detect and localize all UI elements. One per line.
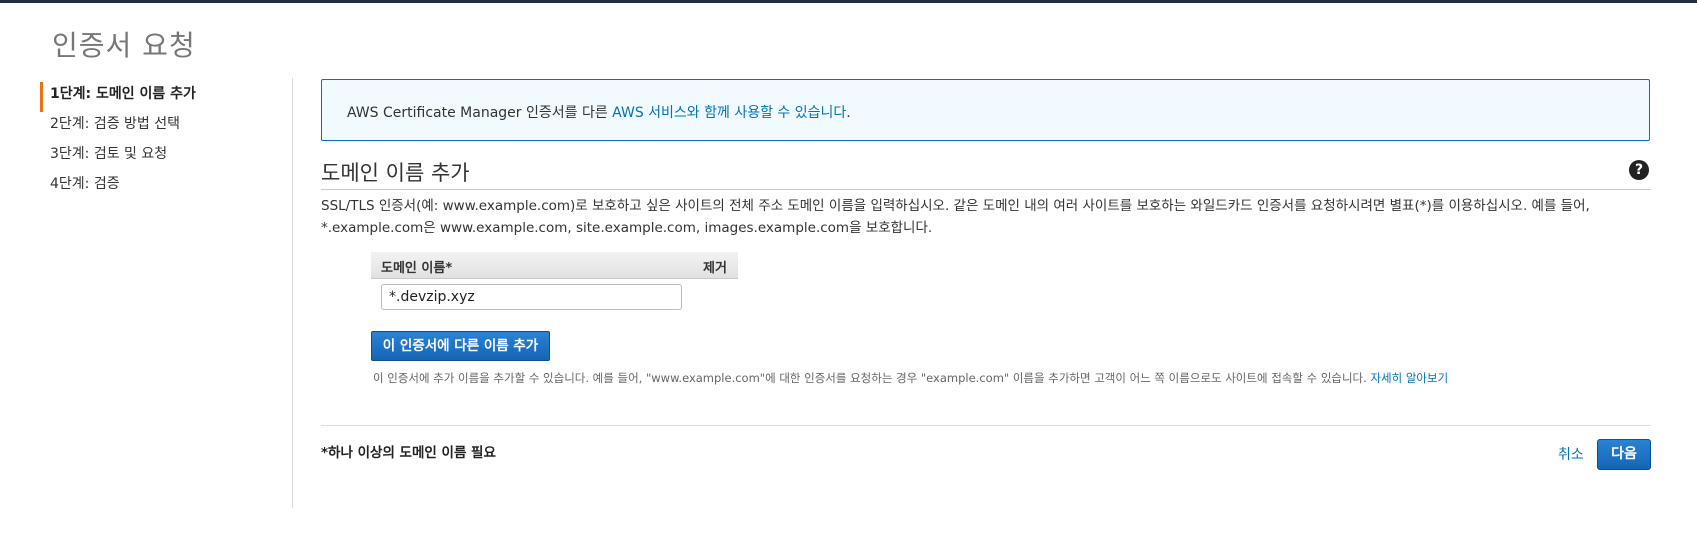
step-3-review-request[interactable]: 3단계: 검토 및 요청 [40,142,280,172]
sidebar-divider [292,78,293,508]
required-note: *하나 이상의 도메인 이름 필요 [321,445,496,461]
step-4-validation[interactable]: 4단계: 검증 [40,172,280,202]
info-text-after: . [846,105,851,121]
column-header-remove: 제거 [703,261,727,276]
page-title: 인증서 요청 [52,29,196,62]
aws-services-link[interactable]: AWS 서비스와 함께 사용할 수 있습니다 [612,105,846,121]
learn-more-link[interactable]: 자세히 알아보기 [1370,371,1448,385]
cancel-button[interactable]: 취소 [1558,444,1584,464]
top-bar [0,0,1697,3]
section-description: SSL/TLS 인증서(예: www.example.com)로 보호하고 싶은… [321,198,1590,236]
info-text: AWS Certificate Manager 인증서를 다른 AWS 서비스와… [347,102,851,122]
next-button[interactable]: 다음 [1597,439,1651,470]
footer-divider [321,425,1651,426]
step-2-validation-method[interactable]: 2단계: 검증 방법 선택 [40,112,280,142]
add-another-name-button[interactable]: 이 인증서에 다른 이름 추가 [371,331,550,361]
step-1-add-domain[interactable]: 1단계: 도메인 이름 추가 [40,82,280,112]
domain-name-input[interactable] [381,284,682,310]
help-icon[interactable]: ? [1629,160,1649,180]
section-title: 도메인 이름 추가 [321,161,470,185]
column-header-domain: 도메인 이름* [381,261,453,276]
info-text-before: AWS Certificate Manager 인증서를 다른 [347,105,613,121]
wizard-steps: 1단계: 도메인 이름 추가 2단계: 검증 방법 선택 3단계: 검토 및 요… [40,82,280,202]
domain-table-header: 도메인 이름* 제거 [371,252,738,279]
add-name-hint: 이 인증서에 추가 이름을 추가할 수 있습니다. 예를 들어, "www.ex… [373,370,1448,386]
section-divider [321,189,1651,190]
hint-text: 이 인증서에 추가 이름을 추가할 수 있습니다. 예를 들어, "www.ex… [373,371,1371,385]
info-alert: AWS Certificate Manager 인증서를 다른 AWS 서비스와… [321,79,1650,141]
